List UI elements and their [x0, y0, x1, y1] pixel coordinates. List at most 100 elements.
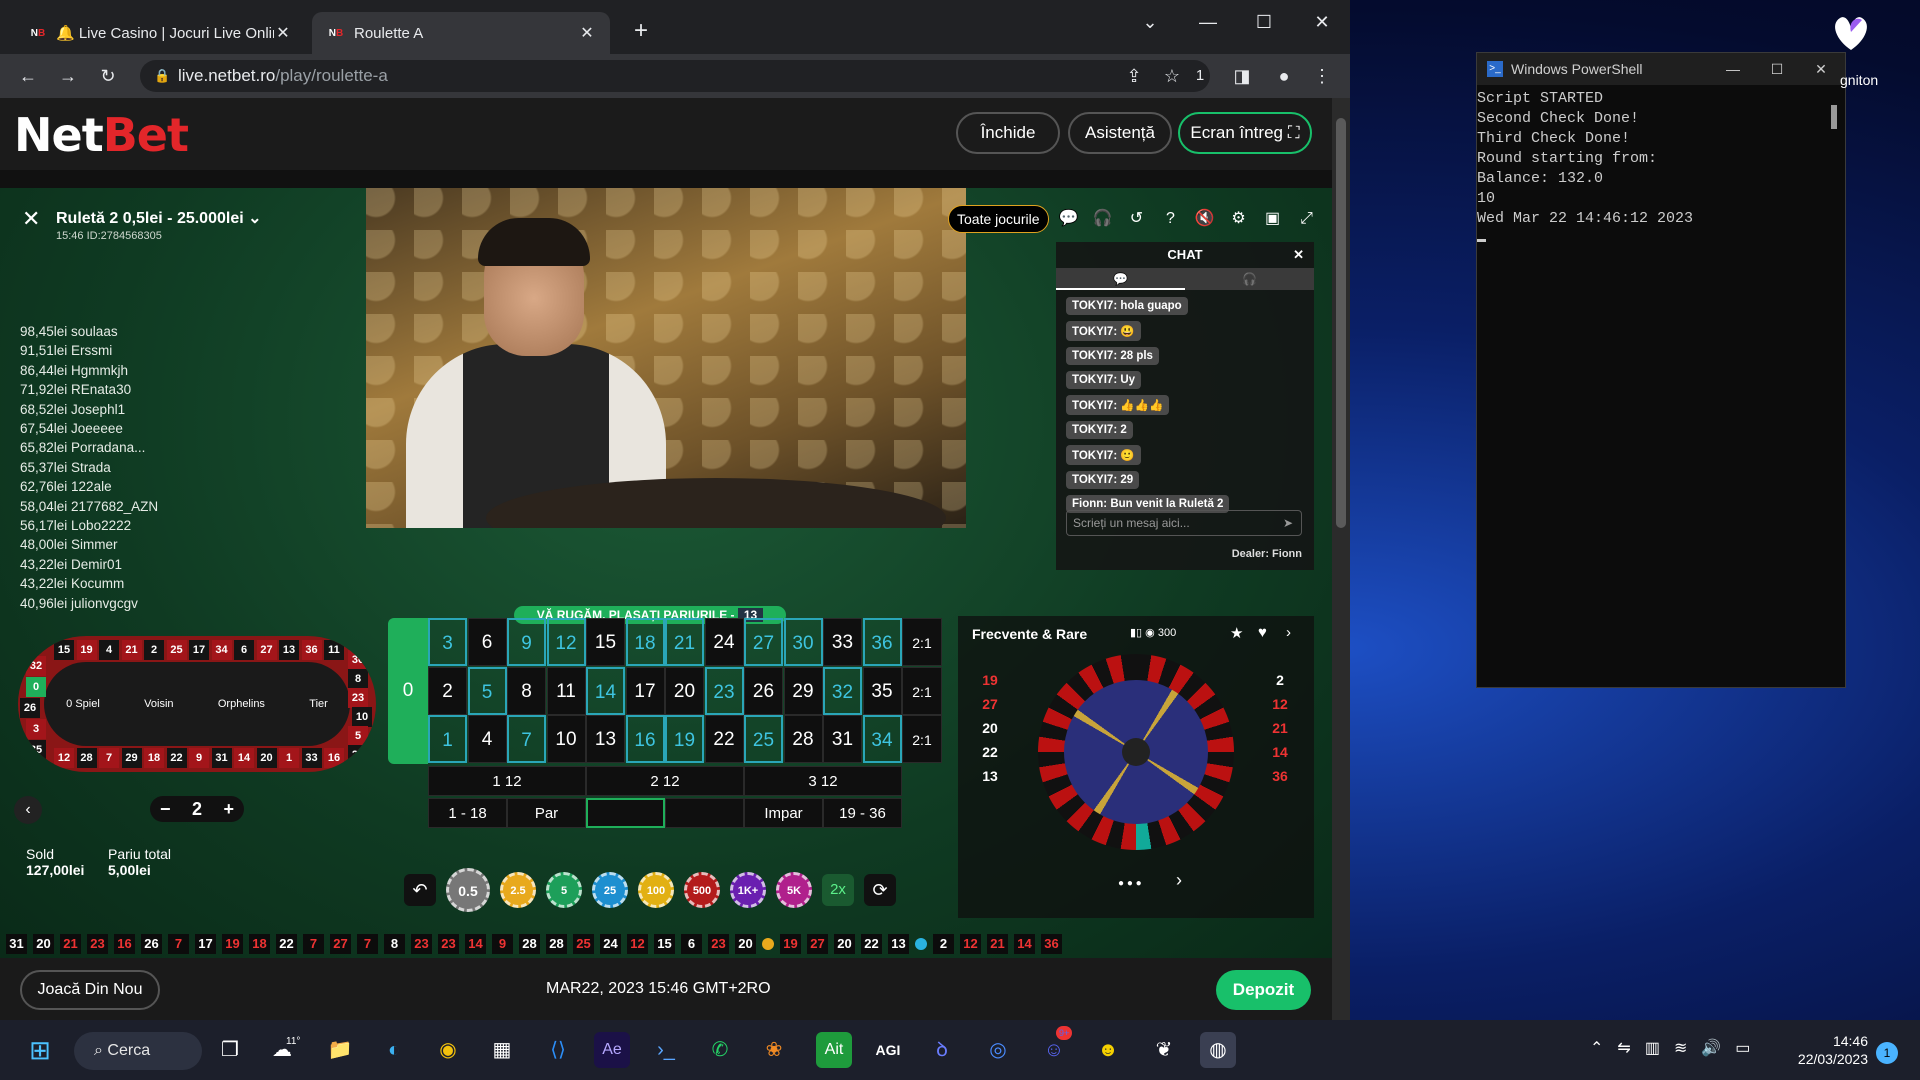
chip-button[interactable]: 1K+	[730, 872, 766, 908]
racetrack-number[interactable]: 4	[99, 640, 119, 660]
chip-button[interactable]: 5	[546, 872, 582, 908]
number-cell[interactable]: 22	[704, 715, 744, 763]
close-window-button[interactable]: ✕	[1300, 6, 1344, 38]
neighbours-stepper[interactable]: − 2 +	[150, 796, 244, 822]
side-panel-icon[interactable]: ◨	[1228, 62, 1256, 90]
racetrack-number[interactable]: 32	[26, 656, 46, 676]
number-cell[interactable]: 33	[823, 618, 862, 666]
profile-icon[interactable]: ●	[1270, 62, 1298, 90]
expand-icon[interactable]: ⤢	[1293, 205, 1321, 233]
share-icon[interactable]: ⇪	[1120, 62, 1148, 90]
all-games-button[interactable]: Toate jocurile	[948, 205, 1049, 233]
number-cell[interactable]: 32	[823, 666, 862, 715]
favorite-star-icon[interactable]: ★	[1230, 624, 1243, 642]
close-game-button[interactable]: Închide	[956, 112, 1060, 154]
chip-button[interactable]: 100	[638, 872, 674, 908]
number-cell[interactable]: 15	[586, 618, 625, 666]
undo-icon[interactable]: ↶	[404, 874, 436, 906]
number-cell[interactable]: 13	[586, 715, 625, 763]
number-cell[interactable]: 24	[704, 618, 744, 666]
racetrack-number[interactable]: 8	[348, 669, 368, 689]
number-cell[interactable]: 17	[625, 666, 665, 715]
number-cell[interactable]: 4	[467, 715, 507, 763]
number-cell[interactable]: 23	[704, 666, 744, 715]
racetrack-section[interactable]: Orphelins	[218, 698, 265, 710]
whatsapp-icon[interactable]: ✆	[702, 1032, 738, 1068]
racetrack-number[interactable]: 16	[324, 748, 344, 768]
chat-input[interactable]: Scrieți un mesaj aici... ➤	[1066, 510, 1302, 536]
racetrack-number[interactable]: 23	[348, 688, 368, 708]
racetrack-number[interactable]: 30	[348, 650, 368, 670]
discord-icon[interactable]: ☺ 9+	[1036, 1026, 1073, 1068]
notification-badge[interactable]: 1	[1876, 1042, 1898, 1064]
number-cell[interactable]: 18	[625, 618, 665, 666]
file-explorer-icon[interactable]: 📁	[322, 1032, 358, 1068]
emoji-app-icon[interactable]: ☻	[1090, 1032, 1126, 1068]
chrome-icon[interactable]: ◉	[430, 1032, 466, 1068]
dozen-bet[interactable]: 2 12	[586, 766, 744, 796]
number-cell[interactable]: 21	[665, 618, 704, 666]
powershell-taskbar-icon[interactable]: ›_	[648, 1032, 684, 1068]
history-icon[interactable]: ↺	[1123, 205, 1151, 233]
number-cell[interactable]: 7	[507, 715, 546, 763]
butterfly-app-icon[interactable]	[1826, 10, 1876, 60]
hot-number[interactable]: 22	[970, 740, 1010, 764]
maximize-button[interactable]: ☐	[1242, 6, 1286, 38]
racetrack-number[interactable]: 12	[54, 748, 74, 768]
number-cell[interactable]: 31	[823, 715, 862, 763]
weather-icon[interactable]: ☁ 11°	[264, 1032, 300, 1068]
back-icon[interactable]: ←	[14, 62, 42, 90]
number-cell[interactable]: 35	[862, 666, 902, 715]
racetrack-number[interactable]: 13	[279, 640, 299, 660]
number-cell[interactable]: 34	[862, 715, 902, 763]
hot-number[interactable]: 13	[970, 764, 1010, 788]
wifi-icon[interactable]: ≋	[1674, 1038, 1687, 1058]
racetrack-number[interactable]: 17	[189, 640, 209, 660]
new-tab-button[interactable]: +	[626, 16, 656, 46]
number-cell[interactable]: 6	[467, 618, 507, 666]
cold-number[interactable]: 36	[1260, 764, 1300, 788]
outside-bet[interactable]: 19 - 36	[823, 798, 902, 828]
number-cell[interactable]: 30	[783, 618, 823, 666]
bookmark-star-icon[interactable]: ☆	[1158, 62, 1186, 90]
racetrack-number[interactable]: 33	[301, 748, 322, 768]
racetrack-number[interactable]: 27	[256, 640, 277, 660]
racetrack-section[interactable]: Voisin	[144, 698, 173, 710]
racetrack-number[interactable]: 26	[20, 698, 40, 718]
racetrack-number[interactable]: 3	[26, 719, 46, 739]
racetrack-number[interactable]: 15	[54, 640, 74, 660]
powershell-output[interactable]: Script STARTED Second Check Done! Third Ch…	[1477, 85, 1845, 249]
racetrack-number[interactable]: 9	[189, 748, 209, 768]
agi-icon[interactable]: AGI	[870, 1032, 906, 1068]
racetrack-number[interactable]: 0	[26, 677, 46, 697]
racetrack-number[interactable]: 25	[166, 640, 187, 660]
racetrack-number[interactable]: 2	[144, 640, 164, 660]
help-button[interactable]: Asistență	[1068, 112, 1172, 154]
close-table-icon[interactable]: ✕	[22, 206, 40, 232]
hot-number[interactable]: 20	[970, 716, 1010, 740]
racetrack-number[interactable]: 22	[166, 748, 187, 768]
video-icon[interactable]: ▣	[1259, 205, 1287, 233]
column-bet-2to1[interactable]: 2:1	[902, 618, 942, 666]
hot-number[interactable]: 19	[970, 668, 1010, 692]
reload-icon[interactable]: ↻	[94, 62, 122, 90]
racetrack-number[interactable]: 21	[121, 640, 142, 660]
prev-icon[interactable]: ‹	[14, 796, 42, 824]
chip-button[interactable]: 5K	[776, 872, 812, 908]
ps-minimize-button[interactable]: —	[1713, 53, 1753, 85]
chrome-blue-icon[interactable]: ◎	[980, 1032, 1016, 1068]
ps-scrollbar[interactable]	[1831, 105, 1837, 129]
zero-cell[interactable]: 0	[388, 618, 428, 764]
tab-search-icon[interactable]: ⌄	[1128, 6, 1172, 38]
number-cell[interactable]: 16	[625, 715, 665, 763]
close-tab-icon[interactable]: ✕	[274, 23, 292, 43]
number-cell[interactable]: 20	[665, 666, 704, 715]
racetrack-number[interactable]: 20	[256, 748, 277, 768]
outside-bet[interactable]: 1 - 18	[428, 798, 507, 828]
number-cell[interactable]: 26	[744, 666, 783, 715]
racetrack-number[interactable]: 31	[211, 748, 232, 768]
number-cell[interactable]: 3	[428, 618, 467, 666]
racetrack-number[interactable]: 24	[348, 745, 368, 765]
store-icon[interactable]: ▦	[484, 1032, 520, 1068]
chat-tab-messages[interactable]: 💬	[1056, 268, 1185, 290]
